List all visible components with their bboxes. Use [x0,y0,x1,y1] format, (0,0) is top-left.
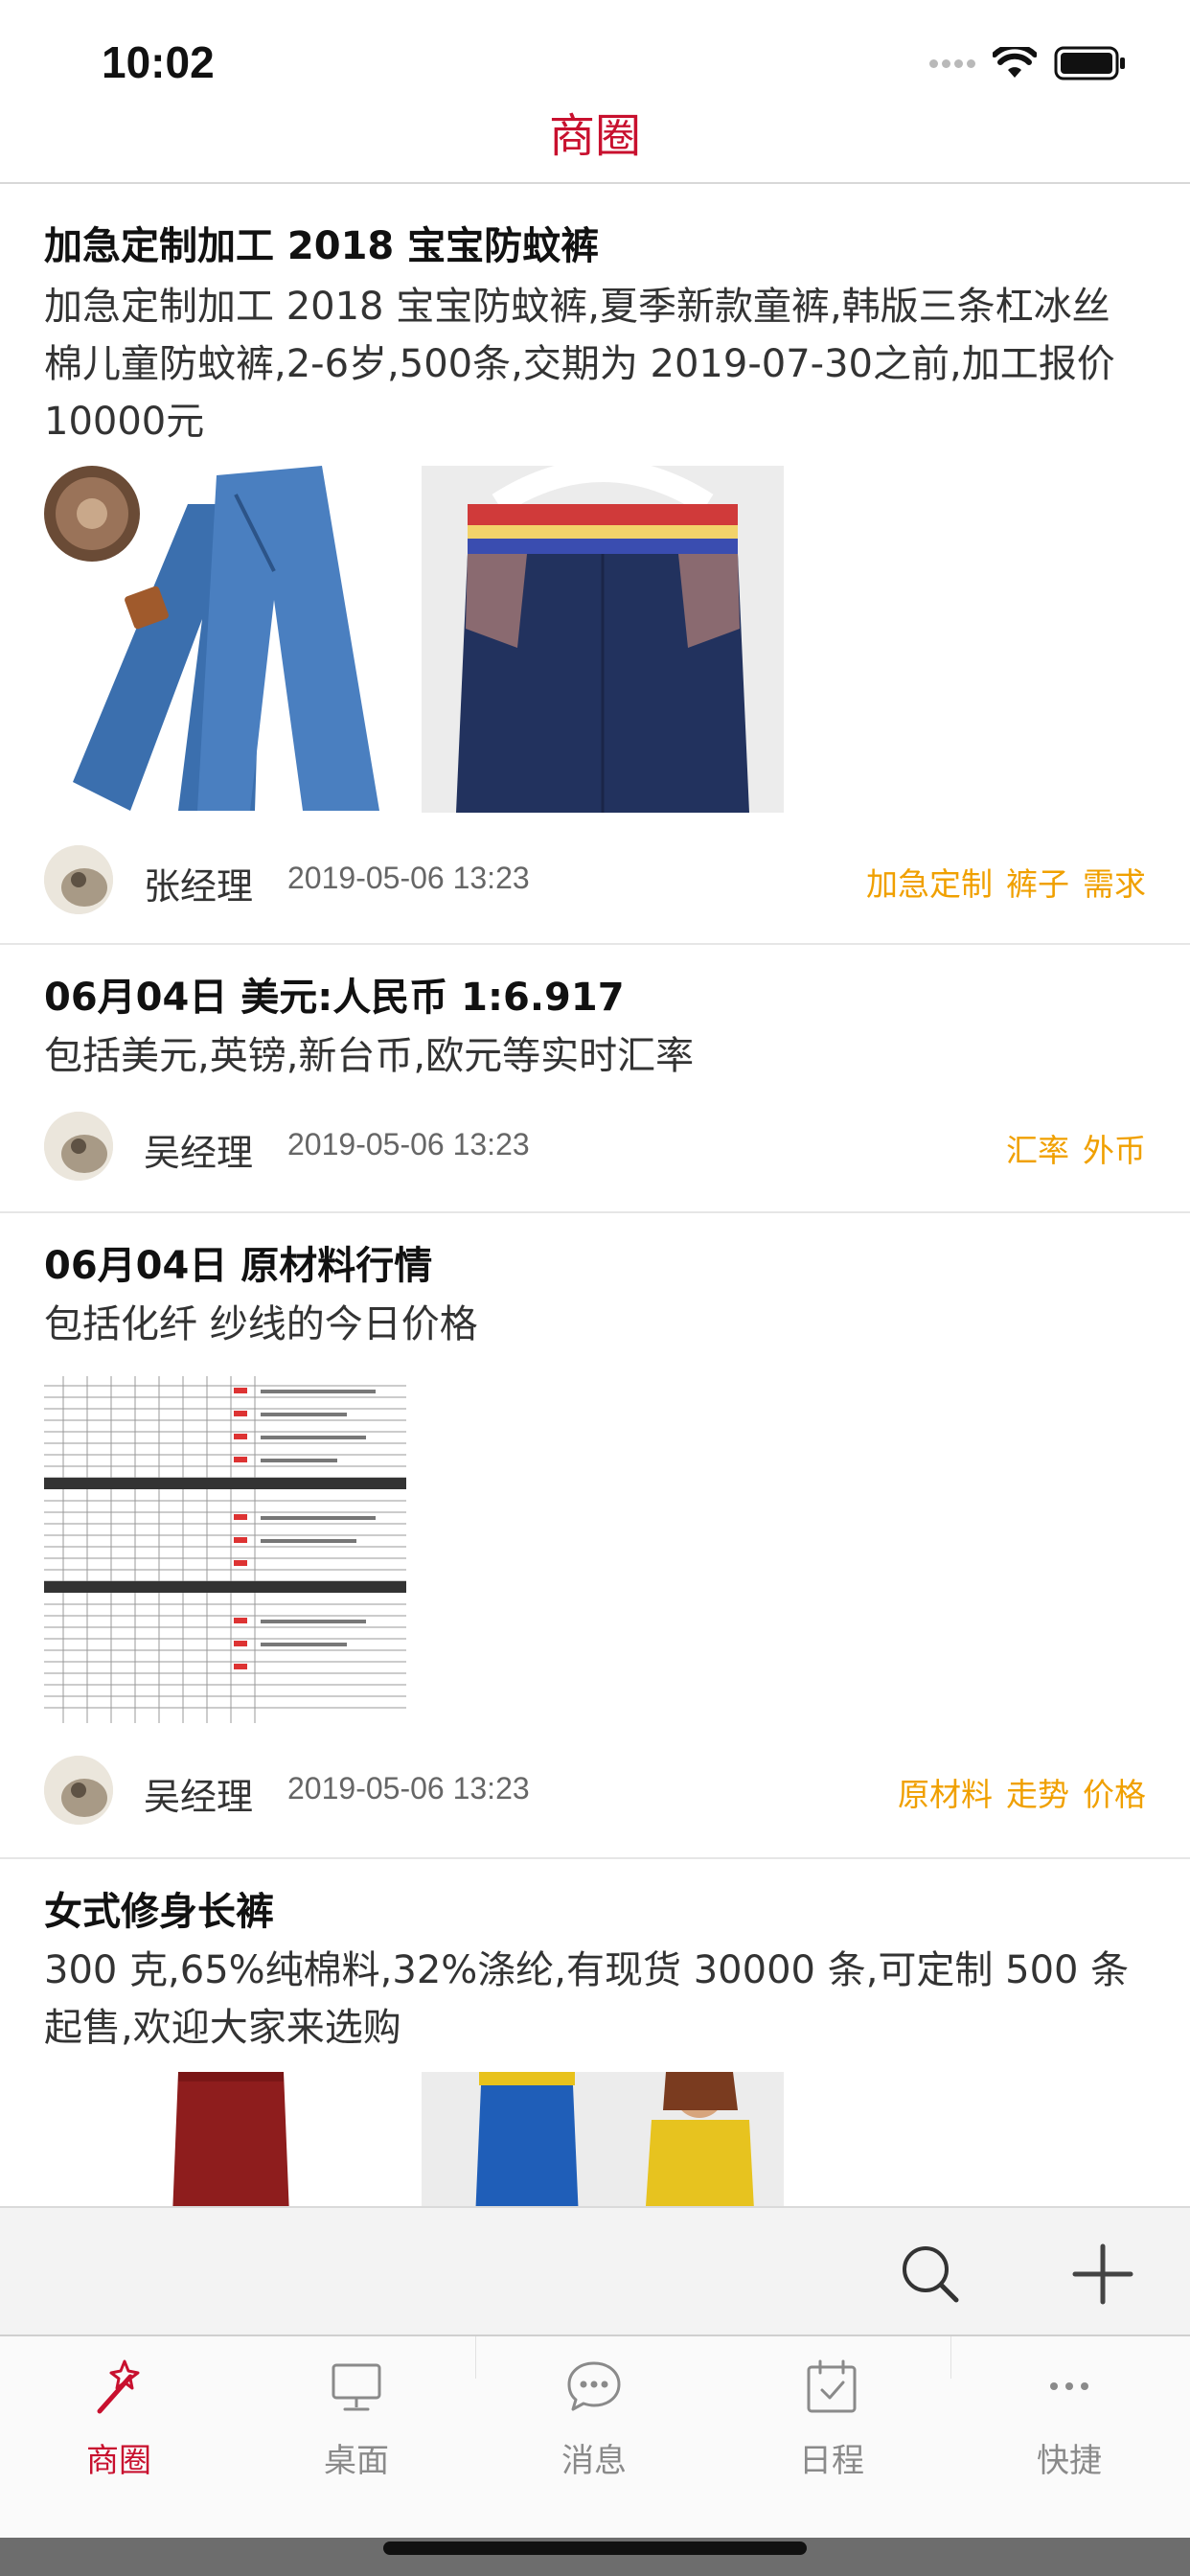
tag[interactable]: 需求 [1083,859,1146,905]
search-icon [903,2246,959,2303]
post-card[interactable]: 06月04日 美元:人民币 1:6.917 包括美元,英镑,新台币,欧元等实时汇… [0,945,1190,1213]
post-image-price-table[interactable] [44,1376,406,1723]
avatar[interactable] [44,1756,113,1825]
plus-icon [1072,2243,1133,2305]
post-title: 加急定制加工 2018 宝宝防蚊裤 [44,224,600,268]
post-tags: 原材料 走势 价格 [898,1769,1146,1815]
post-title: 06月04日 原材料行情 [44,1244,433,1288]
author-name: 吴经理 [144,1132,254,1174]
post-author: 吴经理 2019-05-06 13:23 原材料 走势 价格 [44,1756,1146,1828]
monitor-icon [332,2363,381,2411]
action-bar [0,2206,1190,2336]
tag[interactable]: 外币 [1083,1125,1146,1171]
post-body: 加急定制加工 2018 宝宝防蚊裤,夏季新款童裤,韩版三条杠冰丝棉儿童防蚊裤,2… [44,285,1115,444]
status-icons [929,44,1127,82]
post-image-red-pants[interactable] [44,2072,406,2206]
post-body: 包括美元,英镑,新台币,欧元等实时汇率 [44,1034,695,1078]
add-post-button[interactable] [1069,2241,1136,2308]
post-images [44,2072,784,2206]
tag[interactable]: 价格 [1083,1769,1146,1815]
post-author: 吴经理 2019-05-06 13:23 汇率 外币 [44,1112,1146,1184]
tab-business-circle[interactable]: 商圈 [0,2356,238,2499]
post-author: 张经理 2019-05-06 13:23 加急定制 裤子 需求 [44,845,1146,918]
post-feed[interactable]: 加急定制加工 2018 宝宝防蚊裤 加急定制加工 2018 宝宝防蚊裤,夏季新款… [0,186,1190,2206]
post-images [44,1376,406,1723]
tab-bar: 商圈 桌面 消息 日程 快捷 [0,2336,1190,2538]
post-card[interactable]: 加急定制加工 2018 宝宝防蚊裤 加急定制加工 2018 宝宝防蚊裤,夏季新款… [0,186,1190,945]
avatar[interactable] [44,845,113,914]
avatar[interactable] [44,1112,113,1181]
post-card[interactable]: 女式修身长裤 300 克,65%纯棉料,32%涤纶,有现货 30000 条,可定… [0,1859,1190,2206]
tab-desktop[interactable]: 桌面 [238,2356,475,2499]
tab-label: 桌面 [324,2442,389,2480]
status-time: 10:02 [102,37,215,87]
post-image-kids-pants[interactable] [422,466,784,813]
tab-label: 快捷 [1037,2442,1102,2480]
post-timestamp: 2019-05-06 13:23 [287,861,530,895]
tab-label: 商圈 [86,2442,151,2480]
author-name: 吴经理 [144,1776,254,1818]
tag[interactable]: 加急定制 [866,859,993,905]
tag[interactable]: 走势 [1006,1769,1069,1815]
post-tags: 加急定制 裤子 需求 [866,859,1146,905]
tag[interactable]: 原材料 [898,1769,993,1815]
tag[interactable]: 汇率 [1006,1125,1069,1171]
magic-wand-icon [97,2359,140,2414]
tab-label: 消息 [561,2442,627,2480]
post-body: 包括化纤 纱线的今日价格 [44,1302,478,1346]
post-title: 女式修身长裤 [44,1890,274,1934]
post-title: 06月04日 美元:人民币 1:6.917 [44,976,625,1020]
home-indicator[interactable] [383,2542,807,2555]
tab-schedule[interactable]: 日程 [713,2356,950,2499]
cellular-signal-icon [929,58,975,68]
post-tags: 汇率 外币 [1006,1125,1146,1171]
post-timestamp: 2019-05-06 13:23 [287,1771,530,1806]
tab-messages[interactable]: 消息 [475,2356,713,2499]
tag[interactable]: 裤子 [1006,859,1069,905]
chat-bubble-icon [567,2361,621,2411]
author-name: 张经理 [144,865,254,908]
tab-label: 日程 [799,2442,864,2480]
post-card[interactable]: 06月04日 原材料行情 包括化纤 纱线的今日价格 吴经理 2019-05-06… [0,1213,1190,1859]
battery-icon [1054,46,1125,80]
post-body: 300 克,65%纯棉料,32%涤纶,有现货 30000 条,可定制 500 条… [44,1948,1130,2050]
page-title: 商圈 [548,109,641,163]
calendar-check-icon [807,2359,857,2413]
post-images [44,466,784,813]
nav-bar: 商圈 [0,88,1190,184]
search-button[interactable] [897,2241,964,2308]
tab-shortcuts[interactable]: 快捷 [950,2356,1188,2499]
post-image-jeans[interactable] [44,466,406,813]
wifi-icon [993,47,1037,78]
post-timestamp: 2019-05-06 13:23 [287,1127,530,1162]
more-dots-icon [1050,2382,1088,2390]
post-image-blue-pants[interactable] [422,2072,784,2206]
